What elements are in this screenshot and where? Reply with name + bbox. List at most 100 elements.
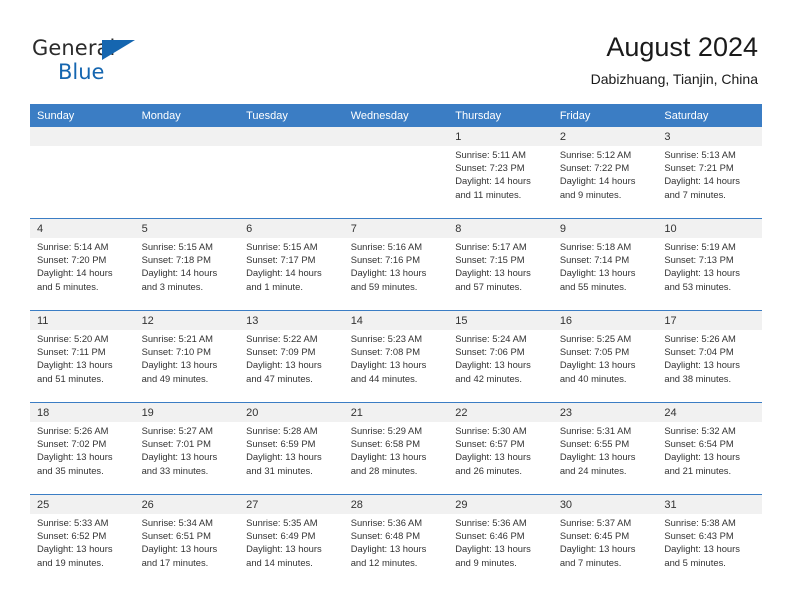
day-cell[interactable]: Sunrise: 5:13 AM Sunset: 7:21 PM Dayligh… [657, 146, 762, 219]
day-cell[interactable]: Sunrise: 5:23 AM Sunset: 7:08 PM Dayligh… [343, 330, 449, 403]
week-1-daynumbers: 1 2 3 [30, 127, 762, 146]
day-number: 7 [343, 218, 449, 238]
daylight-text-line1: Daylight: 14 hours [559, 175, 636, 187]
sunrise-text: Sunrise: 5:37 AM [559, 517, 632, 528]
brand-logo[interactable]: General Blue [32, 38, 135, 86]
sunset-text: Sunset: 7:20 PM [37, 254, 107, 266]
calendar-page: General Blue August 2024 Dabizhuang, Tia… [0, 0, 792, 612]
day-cell[interactable]: Sunrise: 5:27 AM Sunset: 7:01 PM Dayligh… [134, 422, 240, 495]
day-number: 13 [239, 310, 344, 330]
sunrise-text: Sunrise: 5:24 AM [455, 333, 527, 344]
sunrise-text: Sunrise: 5:15 AM [141, 241, 213, 252]
day-number: 28 [343, 494, 449, 514]
daylight-text-line1: Daylight: 13 hours [350, 267, 427, 279]
title-block: August 2024 Dabizhuang, Tianjin, China [591, 30, 758, 89]
sunrise-text: Sunrise: 5:34 AM [141, 517, 213, 528]
sunset-text: Sunset: 6:52 PM [37, 530, 107, 542]
day-number [343, 127, 449, 146]
day-cell[interactable]: Sunrise: 5:32 AM Sunset: 6:54 PM Dayligh… [657, 422, 762, 495]
day-cell[interactable]: Sunrise: 5:20 AM Sunset: 7:11 PM Dayligh… [30, 330, 135, 403]
day-number [30, 127, 135, 146]
day-cell[interactable]: Sunrise: 5:18 AM Sunset: 7:14 PM Dayligh… [552, 238, 658, 311]
weekday-header-thursday: Thursday [448, 104, 553, 127]
daylight-text-line2: and 7 minutes. [664, 188, 726, 200]
sunset-text: Sunset: 7:02 PM [37, 438, 107, 450]
weekday-header-friday: Friday [552, 104, 658, 127]
daylight-text-line2: and 40 minutes. [559, 372, 627, 384]
sunset-text: Sunset: 7:06 PM [455, 346, 525, 358]
daylight-text-line2: and 44 minutes. [350, 372, 418, 384]
sunrise-text: Sunrise: 5:33 AM [37, 517, 109, 528]
day-cell[interactable]: Sunrise: 5:25 AM Sunset: 7:05 PM Dayligh… [552, 330, 658, 403]
day-cell[interactable]: Sunrise: 5:35 AM Sunset: 6:49 PM Dayligh… [239, 514, 344, 586]
day-cell[interactable]: Sunrise: 5:37 AM Sunset: 6:45 PM Dayligh… [552, 514, 658, 586]
sunset-text: Sunset: 7:13 PM [664, 254, 734, 266]
day-cell[interactable]: Sunrise: 5:38 AM Sunset: 6:43 PM Dayligh… [657, 514, 762, 586]
day-cell[interactable]: Sunrise: 5:31 AM Sunset: 6:55 PM Dayligh… [552, 422, 658, 495]
day-cell[interactable]: Sunrise: 5:36 AM Sunset: 6:46 PM Dayligh… [448, 514, 553, 586]
daylight-text-line2: and 12 minutes. [350, 556, 418, 568]
day-cell[interactable]: Sunrise: 5:16 AM Sunset: 7:16 PM Dayligh… [343, 238, 449, 311]
day-cell[interactable]: Sunrise: 5:29 AM Sunset: 6:58 PM Dayligh… [343, 422, 449, 495]
daylight-text-line2: and 31 minutes. [246, 464, 313, 476]
day-cell[interactable]: Sunrise: 5:26 AM Sunset: 7:02 PM Dayligh… [30, 422, 135, 495]
daylight-text-line1: Daylight: 13 hours [37, 451, 113, 463]
daylight-text-line1: Daylight: 13 hours [350, 359, 427, 371]
day-number: 21 [343, 402, 449, 422]
daylight-text-line1: Daylight: 13 hours [37, 359, 113, 371]
sunset-text: Sunset: 6:46 PM [455, 530, 525, 542]
day-number: 5 [134, 218, 240, 238]
sunrise-text: Sunrise: 5:17 AM [455, 241, 527, 252]
day-cell[interactable]: Sunrise: 5:17 AM Sunset: 7:15 PM Dayligh… [448, 238, 553, 311]
day-cell[interactable]: Sunrise: 5:22 AM Sunset: 7:09 PM Dayligh… [239, 330, 344, 403]
day-cell[interactable]: Sunrise: 5:15 AM Sunset: 7:18 PM Dayligh… [134, 238, 240, 311]
week-3-details: Sunrise: 5:20 AM Sunset: 7:11 PM Dayligh… [30, 330, 762, 403]
day-cell[interactable]: Sunrise: 5:19 AM Sunset: 7:13 PM Dayligh… [657, 238, 762, 311]
sunset-text: Sunset: 6:57 PM [455, 438, 525, 450]
daylight-text-line1: Daylight: 13 hours [664, 267, 740, 279]
day-cell[interactable]: Sunrise: 5:28 AM Sunset: 6:59 PM Dayligh… [239, 422, 344, 495]
daylight-text-line1: Daylight: 14 hours [455, 175, 531, 187]
sunset-text: Sunset: 6:51 PM [141, 530, 211, 542]
weekday-header-tuesday: Tuesday [239, 104, 344, 127]
sunrise-text: Sunrise: 5:23 AM [350, 333, 423, 344]
daylight-text-line2: and 51 minutes. [37, 372, 104, 384]
day-number: 18 [30, 402, 135, 422]
day-number: 3 [657, 127, 762, 146]
day-cell[interactable] [343, 146, 449, 219]
daylight-text-line1: Daylight: 14 hours [246, 267, 322, 279]
calendar-body: 1 2 3 Sunrise: 5:11 AM Sunset: 7:23 PM D… [30, 127, 762, 586]
daylight-text-line2: and 21 minutes. [664, 464, 732, 476]
day-cell[interactable]: Sunrise: 5:36 AM Sunset: 6:48 PM Dayligh… [343, 514, 449, 586]
day-cell[interactable]: Sunrise: 5:26 AM Sunset: 7:04 PM Dayligh… [657, 330, 762, 403]
daylight-text-line1: Daylight: 13 hours [559, 451, 636, 463]
sunset-text: Sunset: 6:55 PM [559, 438, 630, 450]
sunset-text: Sunset: 6:45 PM [559, 530, 630, 542]
day-cell[interactable]: Sunrise: 5:33 AM Sunset: 6:52 PM Dayligh… [30, 514, 135, 586]
day-number: 24 [657, 402, 762, 422]
day-cell[interactable]: Sunrise: 5:11 AM Sunset: 7:23 PM Dayligh… [448, 146, 553, 219]
day-number: 4 [30, 218, 135, 238]
day-number: 14 [343, 310, 449, 330]
day-cell[interactable]: Sunrise: 5:15 AM Sunset: 7:17 PM Dayligh… [239, 238, 344, 311]
day-cell[interactable] [30, 146, 135, 219]
day-number [239, 127, 344, 146]
daylight-text-line1: Daylight: 13 hours [455, 359, 531, 371]
day-cell[interactable]: Sunrise: 5:34 AM Sunset: 6:51 PM Dayligh… [134, 514, 240, 586]
day-cell[interactable]: Sunrise: 5:12 AM Sunset: 7:22 PM Dayligh… [552, 146, 658, 219]
daylight-text-line2: and 9 minutes. [559, 188, 622, 200]
week-5-details: Sunrise: 5:33 AM Sunset: 6:52 PM Dayligh… [30, 514, 762, 586]
day-number: 16 [552, 310, 658, 330]
sunrise-text: Sunrise: 5:38 AM [664, 517, 736, 528]
day-cell[interactable]: Sunrise: 5:30 AM Sunset: 6:57 PM Dayligh… [448, 422, 553, 495]
daylight-text-line1: Daylight: 13 hours [141, 359, 218, 371]
day-number: 17 [657, 310, 762, 330]
day-cell[interactable]: Sunrise: 5:14 AM Sunset: 7:20 PM Dayligh… [30, 238, 135, 311]
day-cell[interactable]: Sunrise: 5:21 AM Sunset: 7:10 PM Dayligh… [134, 330, 240, 403]
sunrise-text: Sunrise: 5:26 AM [664, 333, 736, 344]
day-cell[interactable] [134, 146, 240, 219]
day-cell[interactable]: Sunrise: 5:24 AM Sunset: 7:06 PM Dayligh… [448, 330, 553, 403]
day-cell[interactable] [239, 146, 344, 219]
day-number: 29 [448, 494, 553, 514]
daylight-text-line2: and 33 minutes. [141, 464, 209, 476]
